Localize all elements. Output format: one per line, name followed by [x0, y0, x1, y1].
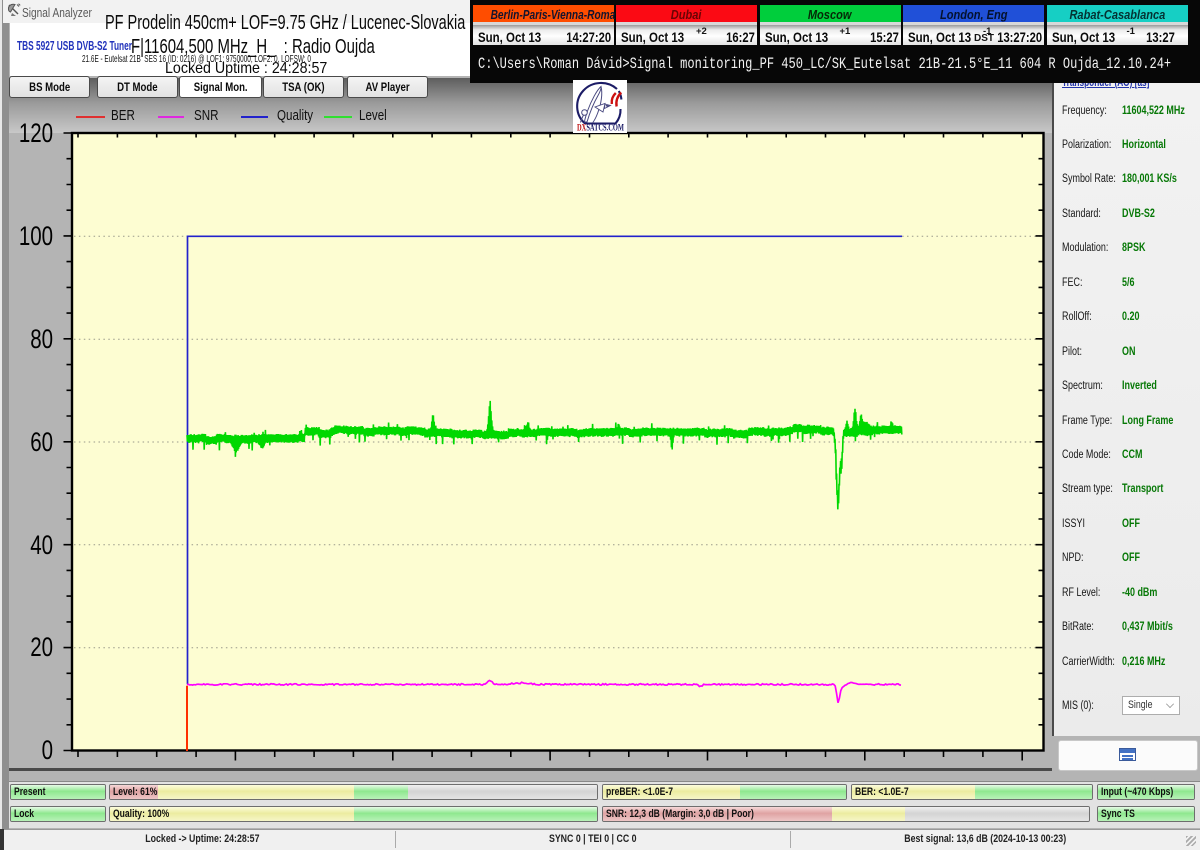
- svg-text:DXSATCS.COM: DXSATCS.COM: [577, 123, 624, 133]
